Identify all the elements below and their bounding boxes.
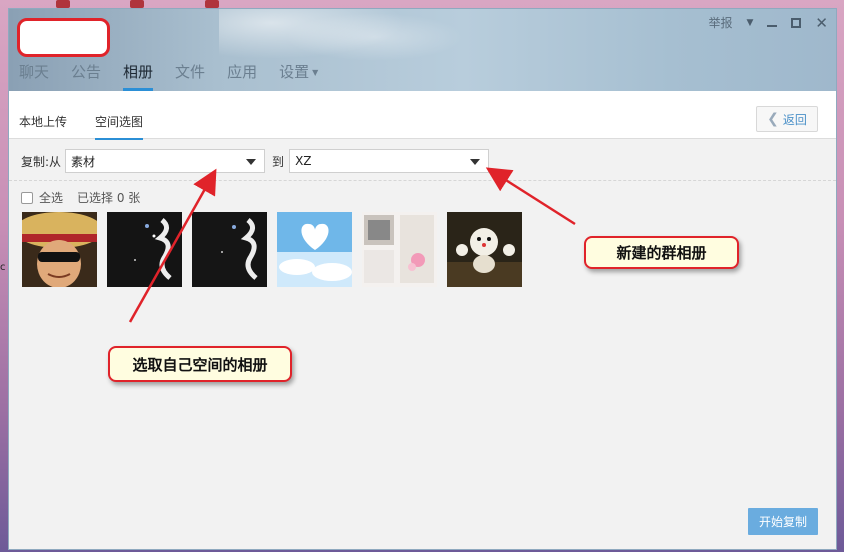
subtab-space-pick[interactable]: 空间选图 [95, 113, 144, 140]
window-controls: 举报 ▼ ✕ [708, 15, 828, 31]
minimize-icon[interactable] [767, 25, 778, 27]
copy-to-label: 到 [272, 154, 285, 169]
photo-thumb[interactable] [447, 212, 522, 287]
flower-collage-image [362, 212, 437, 287]
maximize-icon[interactable] [791, 18, 802, 28]
tab-announcement[interactable]: 公告 [71, 61, 101, 91]
selection-row: 全选 已选择 0 张 [21, 189, 140, 206]
tab-apps[interactable]: 应用 [227, 61, 257, 91]
select-all-label[interactable]: 全选 [39, 189, 63, 206]
dropdown-icon[interactable]: ▼ [747, 15, 754, 31]
desktop-icon-fragment [56, 0, 70, 8]
tab-settings-label: 设置 [279, 63, 310, 81]
target-album-value: XZ [295, 154, 312, 168]
desktop-icon-fragment [205, 0, 219, 8]
doraemon-figures-image [447, 212, 522, 287]
caret-down-icon: ▼ [312, 68, 319, 77]
copy-toolbar: 复制:从 素材 到 XZ [21, 149, 490, 173]
tab-files[interactable]: 文件 [175, 61, 205, 91]
main-nav: 聊天 公告 相册 文件 应用 设置 ▼ [19, 61, 340, 91]
start-copy-button[interactable]: 开始复制 [748, 508, 818, 535]
dropdown-triangle-icon [246, 159, 257, 165]
tab-settings[interactable]: 设置 ▼ [279, 61, 318, 91]
back-button-label: 返回 [782, 112, 807, 127]
tab-album[interactable]: 相册 [123, 61, 154, 91]
selected-count: 已选择 0 张 [77, 191, 141, 205]
source-album-select[interactable]: 素材 [65, 149, 266, 173]
close-icon[interactable]: ✕ [815, 15, 828, 31]
photo-grid [22, 212, 522, 287]
straw-hat-image [22, 212, 97, 287]
dark-calligraphy-image [192, 212, 267, 287]
dropdown-triangle-icon [470, 159, 481, 165]
callout-pick-own-album: 选取自己空间的相册 [108, 346, 292, 382]
chevron-left-icon: ❮ [767, 111, 779, 127]
title-bar: 举报 ▼ ✕ 聊天 公告 相册 文件 应用 设置 ▼ [9, 9, 836, 91]
photo-thumb[interactable] [362, 212, 437, 287]
report-link[interactable]: 举报 [708, 15, 732, 31]
group-album-window: 举报 ▼ ✕ 聊天 公告 相册 文件 应用 设置 ▼ 本地上传 空间选图 ❮ 返回… [8, 8, 837, 550]
desktop-icon-fragment [130, 0, 144, 8]
dark-calligraphy-image [107, 212, 182, 287]
photo-thumb[interactable] [192, 212, 267, 287]
divider [9, 180, 836, 181]
cloud-heart-image [277, 212, 352, 287]
subtab-local-upload[interactable]: 本地上传 [19, 113, 67, 130]
desktop-text-fragment: c [0, 262, 6, 273]
source-album-value: 素材 [71, 154, 96, 169]
photo-thumb[interactable] [107, 212, 182, 287]
sub-tab-bar: 本地上传 空间选图 ❮ 返回 [9, 91, 836, 140]
target-album-select[interactable]: XZ [289, 149, 490, 173]
copy-from-label: 复制:从 [21, 154, 62, 169]
callout-new-album: 新建的群相册 [584, 236, 739, 269]
tab-chat[interactable]: 聊天 [19, 61, 49, 91]
photo-thumb[interactable] [277, 212, 352, 287]
group-logo-placeholder [17, 18, 110, 57]
back-button[interactable]: ❮ 返回 [756, 106, 818, 132]
select-all-checkbox[interactable] [21, 191, 33, 204]
photo-thumb[interactable] [22, 212, 97, 287]
